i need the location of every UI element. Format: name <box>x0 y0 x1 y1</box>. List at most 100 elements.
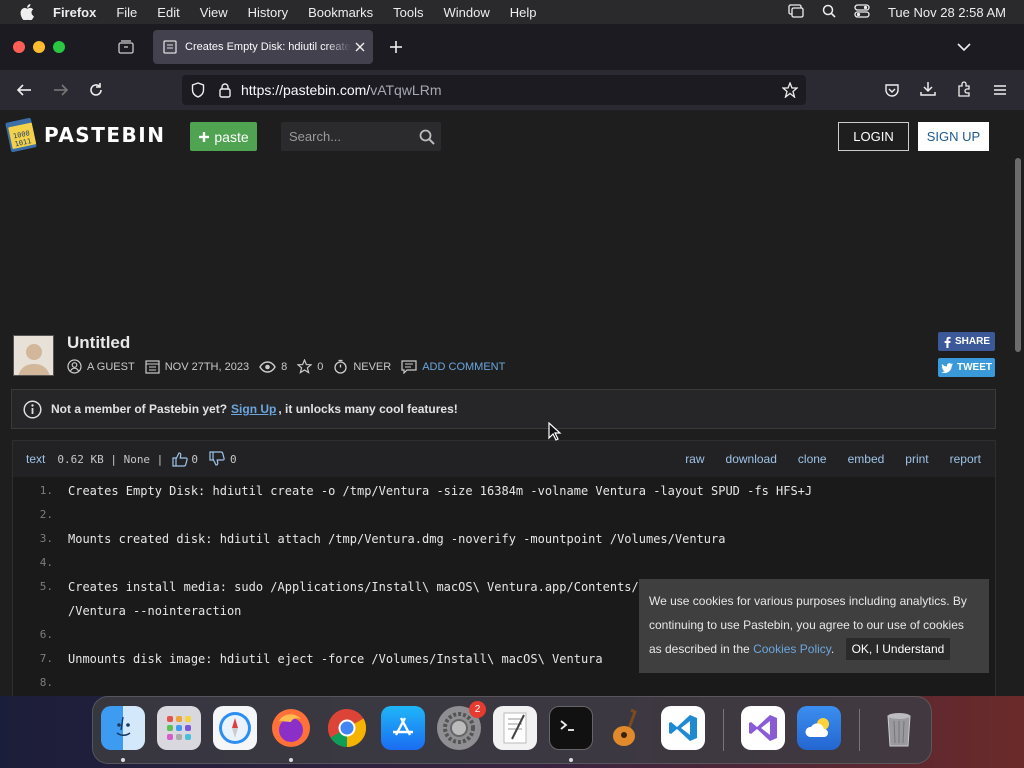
embed-link[interactable]: embed <box>848 452 885 466</box>
extensions-icon[interactable] <box>956 81 972 97</box>
macos-dock: 2 <box>92 696 932 764</box>
menu-clock[interactable]: Tue Nov 28 2:58 AM <box>888 5 1006 20</box>
menu-bookmarks[interactable]: Bookmarks <box>308 5 373 20</box>
menu-view[interactable]: View <box>200 5 228 20</box>
url-bar[interactable]: https://pastebin.com/vATqwLRm <box>182 75 806 105</box>
code-line: 8. <box>13 671 995 695</box>
back-arrow-icon[interactable] <box>15 82 33 98</box>
code-line: 4. <box>13 551 995 575</box>
trash-icon[interactable] <box>877 706 921 750</box>
chrome-icon[interactable] <box>325 706 369 750</box>
reload-icon[interactable] <box>88 82 104 98</box>
active-tab[interactable]: Creates Empty Disk: hdiutil create <box>153 30 373 64</box>
user-icon <box>67 359 82 374</box>
likes-count: 0 <box>191 452 198 466</box>
menu-file[interactable]: File <box>116 5 137 20</box>
screen-mirroring-icon[interactable] <box>788 3 804 21</box>
site-search-input[interactable]: Search... <box>281 122 441 151</box>
tab-title: Creates Empty Disk: hdiutil create <box>185 41 351 53</box>
timer-icon <box>333 359 348 374</box>
download-link[interactable]: download <box>726 452 777 466</box>
spotlight-search-icon[interactable] <box>822 4 836 21</box>
weather-icon[interactable] <box>797 706 841 750</box>
cookies-policy-link[interactable]: Cookies Policy <box>753 642 831 656</box>
tab-overview-icon[interactable] <box>117 39 135 55</box>
url-host: https://pastebin.com/ <box>241 82 371 98</box>
menu-tools[interactable]: Tools <box>393 5 423 20</box>
menu-edit[interactable]: Edit <box>157 5 179 20</box>
code-actions: raw download clone embed print report <box>685 441 981 477</box>
pastebin-favicon-icon <box>163 40 177 54</box>
tweet-label: TWEET <box>957 362 992 373</box>
post-meta: A GUEST NOV 27TH, 2023 8 0 NEVER ADD COM… <box>67 359 515 374</box>
forward-arrow-icon[interactable] <box>52 82 70 98</box>
finder-icon[interactable] <box>101 706 145 750</box>
dislike-button[interactable]: 0 <box>209 451 237 467</box>
plus-icon <box>198 131 210 143</box>
code-line: 2. <box>13 503 995 527</box>
finder-running-indicator <box>121 758 125 762</box>
menu-history[interactable]: History <box>248 5 288 20</box>
info-icon <box>23 399 42 419</box>
page-scrollbar[interactable] <box>1012 110 1024 696</box>
bookmark-star-icon[interactable] <box>782 82 798 98</box>
vscode-icon[interactable] <box>661 706 705 750</box>
url-text[interactable]: https://pastebin.com/vATqwLRm <box>241 82 442 98</box>
post-author[interactable]: A GUEST <box>67 359 135 374</box>
scrollbar-thumb[interactable] <box>1015 158 1021 352</box>
close-tab-icon[interactable] <box>355 42 365 52</box>
eye-icon <box>259 360 276 373</box>
terminal-icon[interactable] <box>549 706 593 750</box>
window-minimize-button[interactable] <box>33 41 45 53</box>
syntax-language-link[interactable]: text <box>26 452 45 466</box>
twitter-tweet-button[interactable]: TWEET <box>938 358 995 377</box>
window-close-button[interactable] <box>13 41 25 53</box>
signup-button[interactable]: SIGN UP <box>918 122 989 151</box>
cookie-consent-banner: We use cookies for various purposes incl… <box>639 579 989 673</box>
print-link[interactable]: print <box>905 452 928 466</box>
report-link[interactable]: report <box>950 452 981 466</box>
app-store-icon[interactable] <box>381 706 425 750</box>
window-zoom-button[interactable] <box>53 41 65 53</box>
pocket-icon[interactable] <box>884 82 900 98</box>
list-all-tabs-icon[interactable] <box>956 39 972 55</box>
thumbs-up-icon <box>172 452 189 467</box>
add-comment-link[interactable]: ADD COMMENT <box>401 359 505 374</box>
notice-signup-link[interactable]: Sign Up <box>231 402 276 416</box>
facebook-share-button[interactable]: SHARE <box>938 332 995 351</box>
cookie-accept-button[interactable]: OK, I Understand <box>845 638 951 660</box>
paste-label: paste <box>214 128 249 145</box>
apple-icon[interactable] <box>18 3 36 21</box>
notice-prefix: Not a member of Pastebin yet? <box>51 402 228 416</box>
login-button[interactable]: LOGIN <box>838 122 909 151</box>
downloads-icon[interactable] <box>920 81 936 97</box>
new-tab-icon[interactable] <box>388 39 404 55</box>
like-button[interactable]: 0 <box>172 451 198 467</box>
search-icon[interactable] <box>419 129 435 145</box>
site-logo[interactable]: 1000 1011 PASTEBIN <box>4 117 165 153</box>
raw-link[interactable]: raw <box>685 452 704 466</box>
line-text: Mounts created disk: hdiutil attach /tmp… <box>68 532 726 546</box>
garageband-icon[interactable] <box>605 706 649 750</box>
launchpad-icon[interactable] <box>157 706 201 750</box>
firefox-icon[interactable] <box>269 706 313 750</box>
textedit-icon[interactable] <box>493 706 537 750</box>
page-content: 1000 1011 PASTEBIN paste Search... LOGIN… <box>0 110 1012 696</box>
control-center-icon[interactable] <box>854 3 870 21</box>
shield-icon[interactable] <box>191 82 205 98</box>
author-name: A GUEST <box>87 360 135 373</box>
post-header: Untitled A GUEST NOV 27TH, 2023 8 0 NEVE… <box>12 332 1002 388</box>
menu-help[interactable]: Help <box>510 5 537 20</box>
menu-window[interactable]: Window <box>444 5 490 20</box>
star-icon <box>297 359 313 374</box>
post-expiration: NEVER <box>333 359 391 374</box>
clone-link[interactable]: clone <box>798 452 827 466</box>
line-number: 3. <box>39 532 53 545</box>
new-paste-button[interactable]: paste <box>190 122 257 151</box>
hamburger-menu-icon[interactable] <box>992 82 1008 98</box>
visual-studio-icon[interactable] <box>741 706 785 750</box>
code-line: 3. Mounts created disk: hdiutil attach /t… <box>13 527 995 551</box>
menu-app-name[interactable]: Firefox <box>53 5 96 20</box>
safari-icon[interactable] <box>213 706 257 750</box>
lock-icon[interactable] <box>219 82 231 98</box>
